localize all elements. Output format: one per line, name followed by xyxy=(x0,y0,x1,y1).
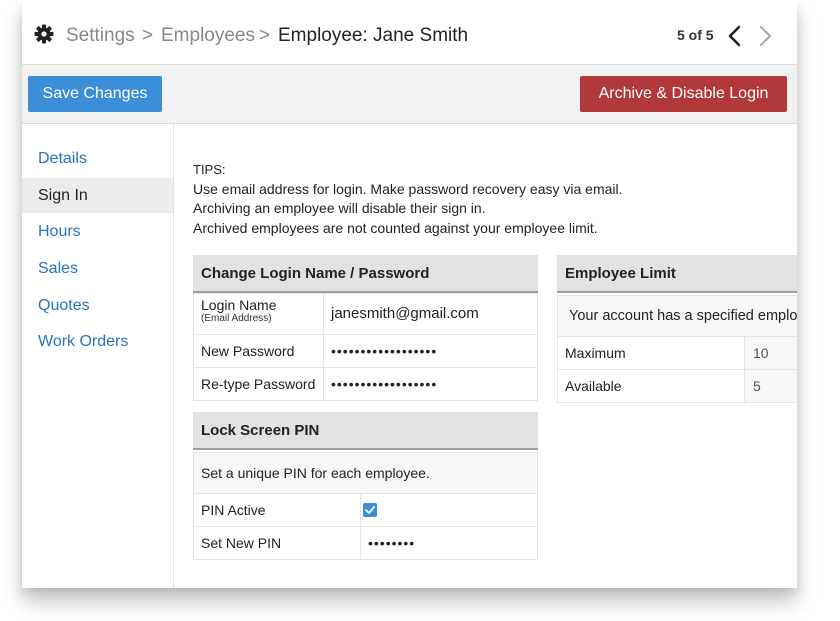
sidebar-item-sales[interactable]: Sales xyxy=(22,251,173,286)
login-name-label-cell: Login Name (Email Address) xyxy=(193,293,324,335)
tips-block: TIPS: Use email address for login. Make … xyxy=(193,160,623,238)
sidebar-item-details[interactable]: Details xyxy=(22,141,173,176)
pin-note: Set a unique PIN for each employee. xyxy=(193,452,538,494)
tip-line: Archived employees are not counted again… xyxy=(193,219,598,236)
maximum-value: 10 xyxy=(744,336,797,370)
set-new-pin-label: Set New PIN xyxy=(193,526,361,560)
employee-limit-note: Your account has a specified emplo xyxy=(557,295,797,337)
sidebar-item-hours[interactable]: Hours xyxy=(22,214,173,249)
sidebar-item-quotes[interactable]: Quotes xyxy=(22,288,173,323)
breadcrumb-separator: > xyxy=(142,25,154,46)
new-password-input[interactable]: •••••••••••••••••• xyxy=(323,334,538,368)
tip-line: Use email address for login. Make passwo… xyxy=(193,180,623,197)
tips-heading: TIPS: xyxy=(193,162,226,177)
archive-disable-login-button[interactable]: Archive & Disable Login xyxy=(580,76,787,112)
available-label: Available xyxy=(557,369,745,403)
maximum-label: Maximum xyxy=(557,336,745,370)
sidebar-item-work-orders[interactable]: Work Orders xyxy=(22,324,173,359)
available-value: 5 xyxy=(744,369,797,403)
action-toolbar: Save Changes Archive & Disable Login xyxy=(22,65,797,124)
pin-active-cell xyxy=(360,493,538,527)
app-window: Settings > Employees > Employee: Jane Sm… xyxy=(22,0,797,588)
breadcrumb-settings[interactable]: Settings xyxy=(66,24,135,48)
retype-password-input[interactable]: •••••••••••••••••• xyxy=(323,367,538,401)
pin-active-label: PIN Active xyxy=(193,493,361,527)
sidebar-item-sign-in[interactable]: Sign In xyxy=(22,178,173,213)
sidebar-nav: Details Sign In Hours Sales Quotes Work … xyxy=(22,124,174,588)
breadcrumb-separator: > xyxy=(259,25,271,46)
retype-password-label: Re-type Password xyxy=(193,367,324,401)
login-name-input[interactable]: janesmith@gmail.com xyxy=(323,293,538,335)
set-new-pin-input[interactable]: •••••••• xyxy=(360,526,538,560)
new-password-label: New Password xyxy=(193,334,324,368)
chevron-left-icon[interactable] xyxy=(725,24,745,48)
tip-line: Archiving an employee will disable their… xyxy=(193,200,486,216)
checkmark-icon xyxy=(365,506,375,514)
login-name-label: Login Name xyxy=(201,297,277,313)
chevron-right-icon[interactable] xyxy=(755,24,775,48)
pin-active-checkbox[interactable] xyxy=(363,503,377,517)
login-panel-title: Change Login Name / Password xyxy=(193,255,538,293)
gear-icon xyxy=(34,24,54,44)
record-pager: 5 of 5 xyxy=(677,27,714,43)
pin-panel-title: Lock Screen PIN xyxy=(193,412,538,450)
breadcrumb-employees[interactable]: Employees xyxy=(161,24,255,48)
employee-limit-title: Employee Limit xyxy=(557,255,797,293)
page-header: Settings > Employees > Employee: Jane Sm… xyxy=(22,0,797,65)
login-name-sublabel: (Email Address) xyxy=(201,313,272,324)
page-title: Employee: Jane Smith xyxy=(278,25,469,46)
save-changes-button[interactable]: Save Changes xyxy=(28,76,162,112)
